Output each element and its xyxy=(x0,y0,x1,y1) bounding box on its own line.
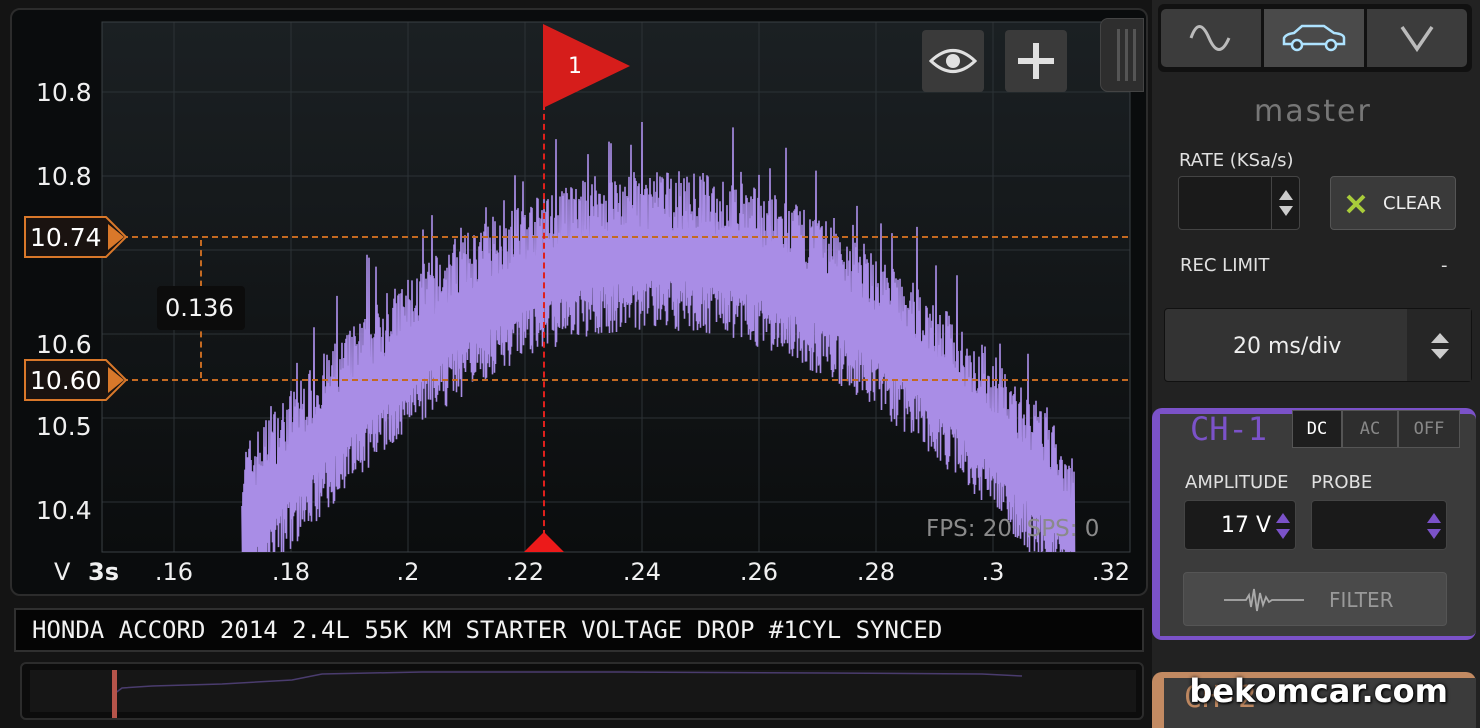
time-scale-label[interactable]: 3s xyxy=(88,558,119,586)
trigger-position-marker[interactable] xyxy=(524,532,564,552)
overview-trace xyxy=(30,670,1136,718)
up-down-arrows-icon xyxy=(1427,513,1441,539)
plus-icon xyxy=(1018,43,1054,79)
control-panel: master RATE (KSa/s) CLEAR REC LIMIT - 20… xyxy=(1152,0,1480,728)
cursor-lower-value: 10.60 xyxy=(30,366,102,395)
timebase-value: 20 ms/div xyxy=(1233,334,1342,359)
up-down-arrows-icon xyxy=(1276,513,1290,539)
y-tick-label: 10.8 xyxy=(36,78,92,107)
x-tick-label: .16 xyxy=(155,558,193,586)
x-tick-label: .3 xyxy=(982,558,1005,586)
trigger-flag-label: 1 xyxy=(568,54,582,79)
coupling-ac-label: AC xyxy=(1359,419,1381,439)
y-tick-label: 10.8 xyxy=(36,162,92,191)
x-tick-label: .22 xyxy=(506,558,544,586)
coupling-off[interactable]: OFF xyxy=(1398,410,1460,448)
x-axis-labels: V 3s .16 .18 .2 .22 .24 .26 .28 .3 .32 xyxy=(54,558,1130,586)
close-icon xyxy=(1346,194,1366,214)
x-tick-label: .28 xyxy=(857,558,895,586)
cursor-upper-line xyxy=(102,236,1128,238)
trigger-line xyxy=(543,104,545,536)
channel-name: CH-1 xyxy=(1190,410,1268,448)
mode-label: master xyxy=(1254,94,1372,129)
x-tick-label: .26 xyxy=(740,558,778,586)
x-tick-label: .24 xyxy=(623,558,661,586)
y-axis-labels: 10.8 10.8 10.6 10.5 10.4 xyxy=(36,78,92,525)
probe-select[interactable] xyxy=(1311,500,1447,550)
rate-label: RATE (KSa/s) xyxy=(1179,150,1294,171)
amplitude-label: AMPLITUDE xyxy=(1185,472,1289,493)
overview-position-marker[interactable] xyxy=(112,670,117,718)
filter-label: FILTER xyxy=(1329,588,1394,612)
trigger-flag[interactable]: 1 xyxy=(542,24,632,108)
filter-button[interactable]: FILTER xyxy=(1183,572,1447,626)
amplitude-select[interactable]: 17 V xyxy=(1184,500,1296,550)
chevron-down-icon xyxy=(1400,26,1434,53)
status-readout: FPS: 20 SPS: 0 xyxy=(926,516,1100,542)
coupling-off-label: OFF xyxy=(1413,419,1445,439)
unit-label: V xyxy=(54,558,71,586)
sine-wave-icon xyxy=(1189,25,1231,51)
x-tick-label: .32 xyxy=(1092,558,1130,586)
watermark: bekomcar.com xyxy=(1189,672,1448,710)
eye-icon xyxy=(929,49,977,73)
rate-stepper[interactable] xyxy=(1272,178,1300,228)
y-tick-label: 10.4 xyxy=(36,496,92,525)
cursor-upper-value: 10.74 xyxy=(30,223,102,252)
amplitude-value: 17 V xyxy=(1221,513,1272,538)
y-tick-label: 10.5 xyxy=(36,412,92,441)
coupling-dc-label: DC xyxy=(1306,419,1328,439)
rec-limit-label: REC LIMIT xyxy=(1180,255,1270,276)
probe-label: PROBE xyxy=(1311,472,1373,493)
signal-icon xyxy=(1224,588,1304,612)
up-down-arrows-icon xyxy=(1279,190,1293,216)
delta-badge: 0.136 xyxy=(157,286,245,330)
clear-label: CLEAR xyxy=(1383,193,1442,214)
cursor-upper-handle[interactable]: 10.74 xyxy=(24,216,128,258)
delta-value: 0.136 xyxy=(165,294,234,322)
tab-menu[interactable] xyxy=(1366,8,1468,68)
add-button[interactable] xyxy=(1005,30,1067,92)
cursor-lower-handle[interactable]: 10.60 xyxy=(24,359,128,401)
cursor-lower-line xyxy=(102,379,1128,381)
coupling-dc[interactable]: DC xyxy=(1292,410,1342,448)
tab-waveform[interactable] xyxy=(1160,8,1262,68)
recording-title: HONDA ACCORD 2014 2.4L 55K KM STARTER VO… xyxy=(14,608,1144,652)
flag-icon xyxy=(543,24,630,108)
rec-limit-value: - xyxy=(1441,255,1448,276)
overview-timeline[interactable] xyxy=(20,662,1144,720)
panel-collapse-handle[interactable] xyxy=(1100,18,1144,92)
coupling-ac[interactable]: AC xyxy=(1342,410,1398,448)
car-icon xyxy=(1282,24,1346,52)
scope-view: 10.8 10.8 10.6 10.5 10.4 V 3s .16 .18 .2 .22 .24 .2… xyxy=(0,0,1152,728)
clear-button[interactable]: CLEAR xyxy=(1330,176,1456,230)
up-down-arrows-icon xyxy=(1431,333,1449,359)
x-tick-label: .18 xyxy=(272,558,310,586)
tab-vehicle[interactable] xyxy=(1263,8,1365,68)
visibility-button[interactable] xyxy=(922,30,984,92)
timebase-select[interactable]: 20 ms/div xyxy=(1164,308,1472,382)
x-tick-label: .2 xyxy=(397,558,420,586)
y-tick-label: 10.6 xyxy=(36,330,92,359)
